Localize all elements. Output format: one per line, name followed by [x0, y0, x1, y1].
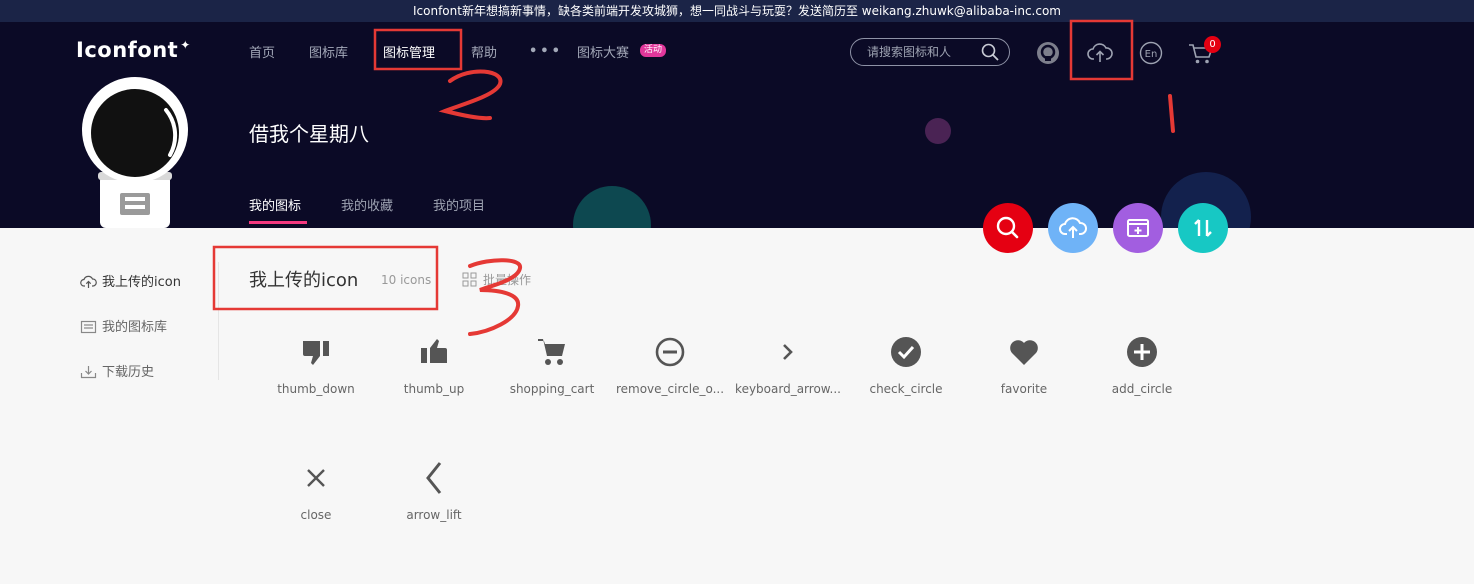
svg-text:En: En: [1145, 49, 1158, 60]
sidebar-item-label: 下载历史: [102, 365, 155, 380]
icon-card-close[interactable]: close: [257, 461, 375, 522]
section-title: 我上传的icon: [249, 270, 359, 291]
icon-count: 10 icons: [381, 273, 432, 287]
decorative-bubble: [925, 118, 951, 144]
fab-batch-button[interactable]: [1113, 203, 1163, 253]
nav-icon-manage[interactable]: 图标管理: [383, 42, 435, 61]
icon-card-favorite[interactable]: favorite: [965, 335, 1083, 396]
icon-card-check-circle[interactable]: check_circle: [847, 335, 965, 396]
icon-card-keyboard-arrow[interactable]: keyboard_arrow...: [729, 335, 847, 396]
header: Iconfont ✦ 首页 图标库 图标管理 帮助 ••• 图标大赛 活动 请搜索…: [0, 22, 1474, 228]
user-name: 借我个星期八: [249, 122, 369, 146]
batch-label: 批量操作: [483, 273, 532, 287]
icon-card-thumb-down[interactable]: thumb_down: [257, 335, 375, 396]
icon-name: keyboard_arrow...: [735, 382, 841, 396]
sort-icon: [1194, 219, 1212, 237]
user-avatar-icon[interactable]: [1036, 41, 1060, 65]
icon-card-shopping-cart[interactable]: shopping_cart: [493, 335, 611, 396]
close-icon: [307, 469, 325, 487]
nav-help[interactable]: 帮助: [471, 42, 497, 61]
thumb-up-icon: [421, 339, 447, 363]
upload-cloud-icon: [1059, 217, 1087, 238]
upload-cloud-icon: [80, 275, 97, 288]
icon-name: thumb_up: [403, 382, 465, 396]
tab-my-favorites[interactable]: 我的收藏: [341, 195, 393, 214]
grid-icon: [462, 272, 477, 287]
remove-circle-icon: [655, 337, 685, 367]
fab-upload-button[interactable]: [1048, 203, 1098, 253]
icon-card-arrow-lift[interactable]: arrow_lift: [375, 461, 493, 522]
arrow-left-icon: [426, 462, 442, 494]
check-circle-icon: [891, 337, 921, 367]
fab-search-button[interactable]: [983, 203, 1033, 253]
sidebar-item-my-uploads[interactable]: 我上传的icon: [80, 271, 181, 290]
search-icon[interactable]: [980, 42, 1000, 62]
announcement-bar[interactable]: Iconfont新年想搞新事情，缺各类前端开发攻城狮，想一同战斗与玩耍？发送简历…: [0, 0, 1474, 22]
active-tab-indicator: [249, 221, 307, 224]
fab-sort-button[interactable]: [1178, 203, 1228, 253]
icon-card-remove-circle[interactable]: remove_circle_o...: [611, 335, 729, 396]
cart-count-badge: 0: [1204, 36, 1221, 53]
astronaut-avatar: [82, 77, 188, 228]
icon-name: add_circle: [1111, 382, 1173, 396]
icon-name: thumb_down: [277, 382, 355, 396]
nav-icon-contest[interactable]: 图标大赛: [577, 42, 629, 61]
decorative-bubble: [573, 186, 651, 228]
icon-name: check_circle: [869, 382, 943, 396]
icon-card-thumb-up[interactable]: thumb_up: [375, 335, 493, 396]
contest-badge: 活动: [640, 44, 667, 57]
icon-name: arrow_lift: [406, 508, 462, 522]
nav-more-button[interactable]: •••: [529, 44, 563, 59]
search-icon: [996, 216, 1019, 239]
add-circle-icon: [1127, 337, 1157, 367]
tab-my-icons[interactable]: 我的图标: [249, 195, 301, 214]
sidebar-item-my-library[interactable]: 我的图标库: [80, 316, 167, 335]
sidebar-item-label: 我的图标库: [102, 320, 168, 335]
thumb-down-icon: [303, 341, 329, 365]
chevron-right-icon: [783, 344, 793, 360]
nav-icon-library[interactable]: 图标库: [309, 42, 348, 61]
tab-my-projects[interactable]: 我的项目: [433, 195, 485, 214]
batch-add-icon: [1127, 219, 1149, 237]
icon-name: favorite: [1000, 382, 1048, 396]
sidebar-item-label: 我上传的icon: [102, 275, 181, 290]
shopping-cart-icon: [538, 339, 565, 365]
heart-icon: [1010, 340, 1038, 365]
language-en-icon[interactable]: En: [1139, 41, 1163, 65]
sidebar-item-download-history[interactable]: 下载历史: [80, 361, 154, 380]
download-icon: [80, 366, 97, 379]
icon-name: close: [300, 508, 332, 522]
icon-name: shopping_cart: [509, 382, 595, 396]
sidebar-divider: [218, 262, 219, 380]
batch-operation-button[interactable]: 批量操作: [462, 271, 531, 288]
upload-cloud-icon[interactable]: [1087, 42, 1113, 64]
icon-card-add-circle[interactable]: add_circle: [1083, 335, 1201, 396]
icon-name: remove_circle_o...: [615, 382, 725, 396]
library-icon: [80, 320, 97, 334]
nav-home[interactable]: 首页: [249, 42, 275, 61]
iconfont-logo[interactable]: Iconfont ✦: [76, 38, 191, 62]
